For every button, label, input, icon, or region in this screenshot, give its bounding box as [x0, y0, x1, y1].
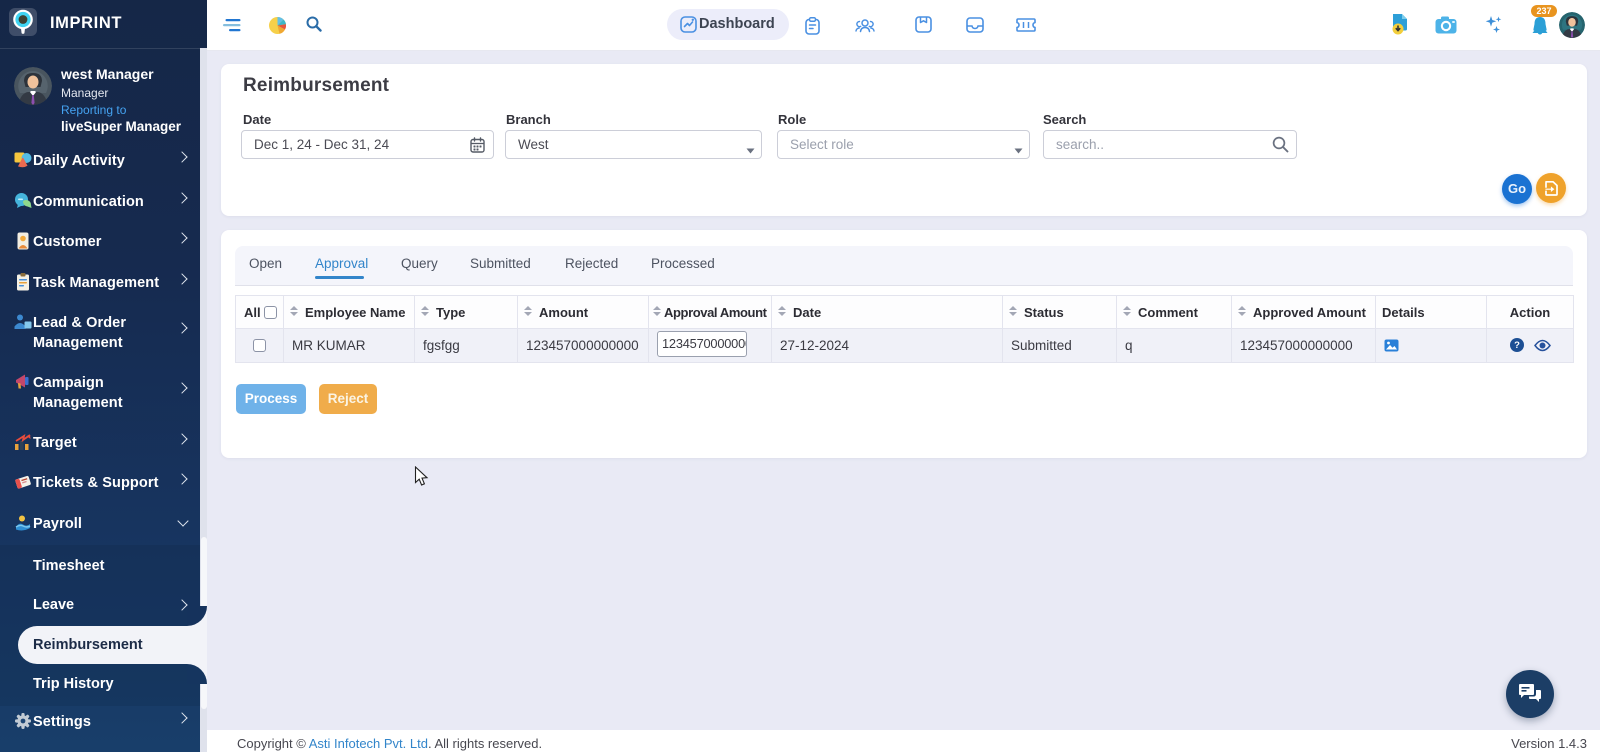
svg-text:?: ? [1514, 340, 1520, 351]
